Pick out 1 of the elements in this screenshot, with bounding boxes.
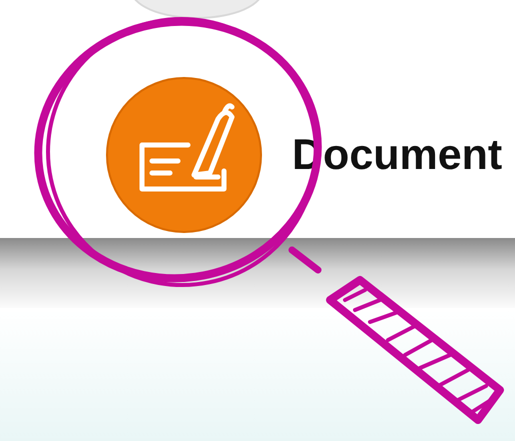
cheque-pen-icon	[106, 77, 262, 233]
